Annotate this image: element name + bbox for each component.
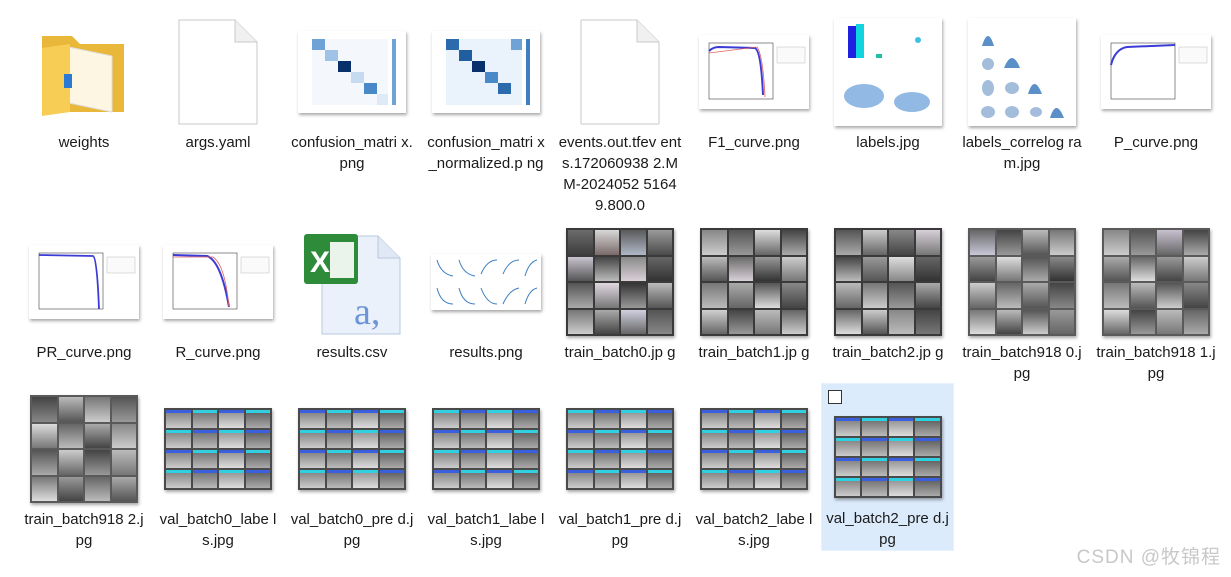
file-name: P_curve.png (1113, 134, 1199, 151)
file-results-csv[interactable]: X a, results.csv (288, 218, 416, 363)
file-train-batch9180[interactable]: train_batch918 0.jpg (958, 218, 1086, 384)
folder-icon (28, 16, 140, 128)
watermark: CSDN @牧锦程 (1076, 547, 1221, 568)
image-thumbnail (296, 16, 408, 128)
file-args-yaml[interactable]: args.yaml (154, 8, 282, 153)
file-confusion-matrix[interactable]: confusion_matri x.png (288, 8, 416, 174)
image-thumbnail (1100, 16, 1212, 128)
image-thumbnail (430, 226, 542, 338)
file-name: val_batch2_labe ls.jpg (695, 511, 813, 549)
image-thumbnail (296, 393, 408, 505)
file-train-batch9182[interactable]: train_batch918 2.jpg (20, 385, 148, 551)
file-name: R_curve.png (175, 344, 261, 361)
image-thumbnail (832, 226, 944, 338)
image-thumbnail (832, 409, 944, 504)
file-name: F1_curve.png (708, 134, 800, 151)
file-name: results.png (449, 344, 523, 361)
svg-text:a,: a, (354, 291, 380, 333)
image-thumbnail (832, 16, 944, 128)
image-thumbnail (28, 226, 140, 338)
image-thumbnail (162, 226, 274, 338)
image-thumbnail (430, 393, 542, 505)
file-confusion-matrix-normalized[interactable]: confusion_matri x_normalized.p ng (422, 8, 550, 174)
file-labels[interactable]: labels.jpg (824, 8, 952, 153)
file-name: train_batch918 1.jpg (1096, 344, 1216, 382)
image-thumbnail (698, 16, 810, 128)
image-thumbnail (162, 393, 274, 505)
file-name: train_batch1.jp g (698, 344, 810, 361)
file-name: val_batch1_pre d.jpg (558, 511, 682, 549)
file-name: results.csv (316, 344, 388, 361)
file-pr-curve[interactable]: PR_curve.png (20, 218, 148, 363)
select-checkbox[interactable] (828, 390, 842, 404)
file-name: val_batch0_pre d.jpg (290, 511, 414, 549)
file-name: args.yaml (185, 134, 251, 151)
file-name: train_batch0.jp g (564, 344, 676, 361)
file-events-tfevents[interactable]: events.out.tfev ents.172060938 2.MM-2024… (556, 8, 684, 216)
file-val-batch1-labels[interactable]: val_batch1_labe ls.jpg (422, 385, 550, 551)
file-p-curve[interactable]: P_curve.png (1092, 8, 1220, 153)
image-thumbnail (966, 226, 1078, 338)
file-val-batch2-pred[interactable]: val_batch2_pre d.jpg (821, 383, 954, 551)
image-thumbnail (564, 393, 676, 505)
file-name: weights (58, 134, 110, 151)
file-labels-correlogram[interactable]: labels_correlog ram.jpg (958, 8, 1086, 174)
file-val-batch1-pred[interactable]: val_batch1_pre d.jpg (556, 385, 684, 551)
image-thumbnail (966, 16, 1078, 128)
file-train-batch2[interactable]: train_batch2.jp g (824, 218, 952, 363)
blank-file-icon (564, 16, 676, 128)
file-name: labels.jpg (856, 134, 920, 151)
file-r-curve[interactable]: R_curve.png (154, 218, 282, 363)
file-f1-curve[interactable]: F1_curve.png (690, 8, 818, 153)
file-val-batch2-labels[interactable]: val_batch2_labe ls.jpg (690, 385, 818, 551)
file-name: PR_curve.png (36, 344, 132, 361)
file-name: train_batch2.jp g (832, 344, 944, 361)
blank-file-icon (162, 16, 274, 128)
file-val-batch0-pred[interactable]: val_batch0_pre d.jpg (288, 385, 416, 551)
file-val-batch0-labels[interactable]: val_batch0_labe ls.jpg (154, 385, 282, 551)
file-name: val_batch0_labe ls.jpg (159, 511, 277, 549)
image-thumbnail (698, 226, 810, 338)
image-thumbnail (430, 16, 542, 128)
excel-icon: X a, (296, 226, 408, 338)
file-name: events.out.tfev ents.172060938 2.MM-2024… (558, 134, 682, 214)
file-results-png[interactable]: results.png (422, 218, 550, 363)
file-train-batch1[interactable]: train_batch1.jp g (690, 218, 818, 363)
svg-text:X: X (310, 246, 330, 279)
image-thumbnail (564, 226, 676, 338)
image-thumbnail (28, 393, 140, 505)
file-name: labels_correlog ram.jpg (962, 134, 1082, 172)
file-name: val_batch1_labe ls.jpg (427, 511, 545, 549)
file-weights[interactable]: weights (20, 8, 148, 153)
file-name: val_batch2_pre d.jpg (826, 510, 949, 548)
file-name: train_batch918 0.jpg (962, 344, 1082, 382)
image-thumbnail (698, 393, 810, 505)
file-name: confusion_matri x_normalized.p ng (427, 134, 545, 172)
file-train-batch0[interactable]: train_batch0.jp g (556, 218, 684, 363)
file-train-batch9181[interactable]: train_batch918 1.jpg (1092, 218, 1220, 384)
image-thumbnail (1100, 226, 1212, 338)
file-name: confusion_matri x.png (291, 134, 413, 172)
file-name: train_batch918 2.jpg (24, 511, 144, 549)
